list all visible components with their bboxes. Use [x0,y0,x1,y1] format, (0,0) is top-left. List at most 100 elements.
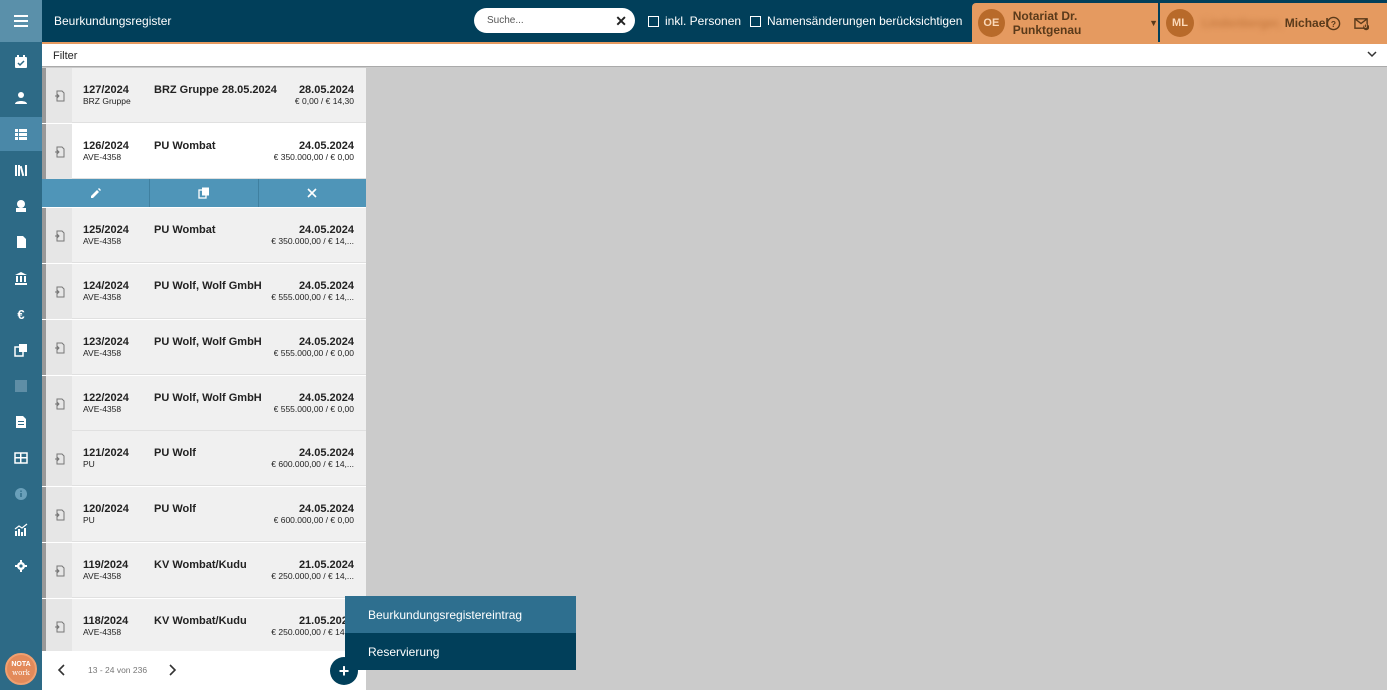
row-icon-cell [46,68,72,123]
file-text-icon [16,416,26,428]
filter-bar[interactable]: Filter [42,44,1387,67]
row-action-bar [42,179,366,207]
nav-statistics[interactable] [0,513,42,547]
menu-button[interactable] [0,0,42,42]
menu-item-reservation[interactable]: Reservierung [345,633,576,670]
chart-icon [14,523,28,536]
document-link-icon [54,286,64,297]
pagination: 13 - 24 von 236 + [42,651,366,690]
search-input[interactable] [487,15,607,26]
organization-selector[interactable]: OE Notariat Dr. Punktgenau ▼ [972,3,1158,42]
table-row[interactable]: 120/2024 PU PU Wolf 24.05.2024 € 600.000,00 … [42,487,366,542]
filter-label: Filter [53,50,78,62]
table-row[interactable]: 121/2024 PU PU Wolf 24.05.2024 € 600.000,00 … [42,431,366,486]
row-subtitle: AVE-4358 [83,152,122,162]
row-number: 122/2024 [83,392,129,404]
row-name: PU Wolf, Wolf GmbH [154,336,262,348]
nav-persons[interactable] [0,81,42,115]
svg-text:?: ? [1331,19,1336,29]
document-link-icon [54,509,64,520]
table-row[interactable]: 127/2024 BRZ Gruppe BRZ Gruppe 28.05.2024 2… [42,68,366,123]
name-changes-checkbox[interactable]: Namensänderungen berücksichtigen [750,14,962,28]
header: Beurkundungsregister ✕ inkl. Personen Na… [42,0,1387,42]
chevron-down-icon[interactable] [1367,49,1377,59]
table-row[interactable]: 118/2024 AVE-4358 KV Wombat/Kudu 21.05.2024… [42,599,366,654]
sidebar: € NOTA work [0,0,42,690]
chevron-right-icon[interactable] [166,663,178,677]
square-icon [15,380,27,392]
edit-button[interactable] [42,179,151,207]
institution-icon [15,272,27,285]
info-icon [15,488,27,500]
clear-search-icon[interactable]: ✕ [615,14,627,28]
register-list: 127/2024 BRZ Gruppe BRZ Gruppe 28.05.2024 2… [42,68,366,690]
table-row[interactable]: 124/2024 AVE-4358 PU Wolf, Wolf GmbH 24.05.… [42,264,366,319]
gear-icon [15,560,27,572]
nav-documents[interactable] [0,225,42,259]
checkbox-icon [648,15,659,27]
row-amount: € 600.000,00 / € 14,... [271,459,354,469]
document-link-icon [54,230,64,241]
nav-institution[interactable] [0,261,42,295]
row-icon-cell [46,320,72,375]
page-title: Beurkundungsregister [54,14,172,28]
caret-down-icon: ▼ [1149,17,1158,28]
row-subtitle: AVE-4358 [83,404,122,414]
document-link-icon [54,621,64,632]
row-name: PU Wombat [154,224,216,236]
table-row[interactable]: 122/2024 AVE-4358 PU Wolf, Wolf GmbH 24.05.… [42,376,366,431]
delete-button[interactable] [259,179,366,207]
table-row[interactable]: 126/2024 AVE-4358 PU Wombat 24.05.2024 € 350… [42,124,366,179]
row-date: 24.05.2024 [298,224,354,236]
row-icon-cell [46,208,72,263]
row-icon-cell [46,487,72,542]
edit-icon [90,188,101,198]
nav-settings[interactable] [0,549,42,583]
row-number: 125/2024 [83,224,129,236]
row-name: PU Wolf [154,447,196,459]
row-subtitle: AVE-4358 [83,236,122,246]
row-subtitle: PU [83,459,95,469]
grid-table-icon [14,452,28,464]
document-link-icon [54,565,64,576]
nav-finance[interactable]: € [0,297,42,331]
copy-button[interactable] [150,179,259,207]
nav-library[interactable] [0,153,42,187]
row-icon-cell [46,431,72,486]
row-amount: € 0,00 / € 14,30 [294,96,354,106]
table-row[interactable]: 125/2024 AVE-4358 PU Wombat 24.05.2024 € 350… [42,208,366,263]
hamburger-menu-icon [14,15,28,27]
row-number: 124/2024 [83,280,129,292]
row-icon-cell [46,599,72,654]
row-number: 127/2024 [83,84,129,96]
include-persons-checkbox[interactable]: inkl. Personen [648,14,741,28]
nav-files[interactable] [0,405,42,439]
user-avatar: ML [1166,8,1194,37]
nav-copies[interactable] [0,333,42,367]
row-subtitle: AVE-4358 [83,292,122,302]
table-row[interactable]: 123/2024 AVE-4358 PU Wolf, Wolf GmbH 24.05.… [42,320,366,375]
document-link-icon [54,453,64,464]
help-icon[interactable]: ? [1326,16,1341,31]
row-subtitle: PU [83,515,95,525]
row-number: 119/2024 [83,559,129,571]
copy-box-icon [14,344,27,357]
row-icon-cell [46,376,72,431]
calendar-check-icon [15,55,27,68]
nav-disabled [0,369,42,403]
row-icon-cell [46,264,72,319]
menu-item-register-entry[interactable]: Beurkundungsregistereintrag [345,596,576,633]
row-date: 24.05.2024 [298,280,354,292]
nav-grid[interactable] [0,441,42,475]
org-avatar: OE [978,8,1005,37]
nav-register[interactable] [0,117,42,151]
row-date: 24.05.2024 [298,336,354,348]
nav-calendar[interactable] [0,45,42,79]
nav-info[interactable] [0,477,42,511]
chevron-left-icon[interactable] [56,663,68,677]
mail-badge: 0 [1364,24,1368,30]
table-row[interactable]: 119/2024 AVE-4358 KV Wombat/Kudu 21.05.2024… [42,543,366,598]
document-link-icon [54,398,64,409]
nav-bank[interactable] [0,189,42,223]
row-date: 24.05.2024 [298,447,354,459]
